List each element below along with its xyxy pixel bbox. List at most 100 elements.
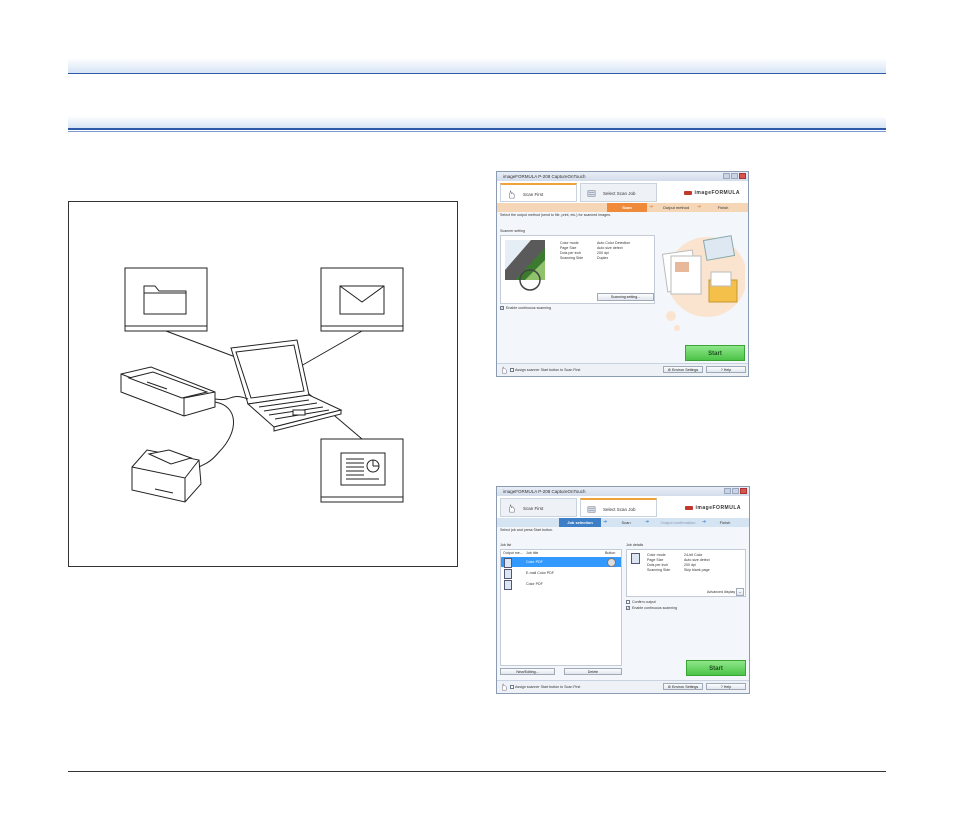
tab-scan-first[interactable]: Scan First bbox=[500, 183, 577, 202]
job-row[interactable]: E-mail Color PDF bbox=[501, 568, 621, 579]
email-pdf-icon bbox=[504, 569, 512, 579]
step-output-method: Output method bbox=[662, 205, 690, 210]
brand-mark-icon bbox=[683, 190, 692, 195]
scanner-button-icon bbox=[607, 558, 616, 567]
window-title: imageFORMULA P-208 CaptureOnTouch bbox=[497, 487, 749, 496]
detail-label: Dots per inch bbox=[647, 563, 669, 567]
output-illustration bbox=[661, 235, 745, 331]
setting-label: Scanning Side bbox=[560, 256, 584, 260]
step-scan: Scan bbox=[621, 520, 631, 525]
job-details-panel: Color mode 24-bit Color Page Size Auto s… bbox=[626, 549, 746, 597]
hand-icon bbox=[502, 366, 507, 374]
tab-row: Scan First Select Scan Job imageFORMULA bbox=[497, 181, 748, 204]
column-header[interactable]: Output me... bbox=[503, 551, 523, 555]
setting-value: Auto Color Detection bbox=[597, 241, 631, 245]
close-button[interactable] bbox=[739, 173, 746, 179]
brand-logo: imageFORMULA bbox=[684, 505, 741, 511]
maximize-button[interactable] bbox=[731, 173, 738, 179]
detail-value: 200 dpi bbox=[684, 563, 696, 567]
detail-label: Scanning Side bbox=[647, 568, 671, 572]
continuous-scanning-label: Enable continuous scanning bbox=[632, 606, 677, 610]
header-gradient-band bbox=[68, 58, 886, 73]
tab-label: Select Scan Job bbox=[603, 507, 636, 512]
column-header[interactable]: Job title bbox=[526, 551, 538, 555]
capture-window-select-job: imageFORMULA P-208 CaptureOnTouch Scan F… bbox=[496, 486, 750, 694]
step-job-selection: Job selection bbox=[559, 518, 601, 527]
chevron-down-icon: ⌄ bbox=[738, 590, 742, 594]
job-icon bbox=[587, 506, 596, 513]
maximize-button[interactable] bbox=[732, 488, 739, 494]
step-finish: Finish bbox=[719, 520, 731, 525]
scanner-setting-panel: Color mode Auto Color Detection Page Siz… bbox=[500, 235, 655, 304]
close-button[interactable] bbox=[740, 488, 747, 494]
instruction-text: Select job and press Start button. bbox=[500, 528, 554, 532]
setting-label: Color mode bbox=[560, 241, 579, 245]
job-title: Color PDF bbox=[526, 560, 543, 564]
step-output-confirmation: Output confirmation bbox=[660, 520, 696, 525]
help-label: Help bbox=[723, 368, 732, 372]
confirm-output-checkbox[interactable] bbox=[626, 600, 630, 604]
brand-mark-icon bbox=[684, 505, 693, 510]
environ-settings-button[interactable]: ⚙ Environ Settings bbox=[663, 366, 703, 373]
continuous-scanning-checkbox[interactable]: ✓ bbox=[500, 306, 504, 310]
delete-button[interactable]: Delete bbox=[564, 668, 622, 675]
tab-label: Scan First bbox=[523, 192, 544, 197]
environ-settings-label: Environ Settings bbox=[672, 368, 699, 372]
diagram-illustration bbox=[120, 267, 404, 503]
continuous-scanning-checkbox[interactable]: ✓ bbox=[626, 606, 630, 610]
pdf-icon bbox=[631, 553, 640, 564]
footer-rule bbox=[68, 771, 886, 772]
instruction-text: Select the output method (send to file, … bbox=[500, 213, 611, 217]
start-button[interactable]: Start bbox=[685, 345, 745, 361]
assign-start-button-label: Assign scanner Start button to Scan Firs… bbox=[515, 685, 581, 689]
brand-logo: imageFORMULA bbox=[683, 190, 740, 196]
advanced-display-button[interactable]: ⌄ bbox=[736, 588, 744, 596]
tab-scan-first[interactable]: Scan First bbox=[500, 498, 577, 517]
environ-settings-label: Environ Settings bbox=[672, 685, 699, 689]
pdf-icon bbox=[504, 558, 512, 568]
assign-start-button-checkbox[interactable] bbox=[510, 685, 514, 689]
tab-select-scan-job[interactable]: Select Scan Job bbox=[580, 183, 657, 202]
tab-row: Scan First Select Scan Job imageFORMULA bbox=[497, 496, 749, 519]
window-title: imageFORMULA P-208 CaptureOnTouch bbox=[497, 172, 748, 181]
minimize-button[interactable] bbox=[723, 173, 730, 179]
status-bar: Assign scanner Start button to Scan Firs… bbox=[497, 680, 749, 693]
assign-start-button-checkbox[interactable] bbox=[510, 368, 514, 372]
setting-label: Page Size bbox=[560, 246, 577, 250]
hand-icon bbox=[509, 504, 515, 513]
minimize-button[interactable] bbox=[724, 488, 731, 494]
job-row[interactable]: Color PDF bbox=[501, 579, 621, 590]
brand-text: imageFORMULA bbox=[694, 190, 740, 196]
step-bar: Job selection ➔ Scan ➔ Output confirmati… bbox=[497, 518, 749, 527]
detail-value: Skip blank page bbox=[684, 568, 710, 572]
step-bar: Scan ➔ Output method ➔ Finish bbox=[497, 203, 748, 212]
detail-value: 24-bit Color bbox=[684, 553, 703, 557]
help-label: Help bbox=[723, 685, 732, 689]
new-editing-button[interactable]: New/Editing... bbox=[500, 668, 555, 675]
advanced-display-label: Advanced display bbox=[707, 590, 736, 594]
help-button[interactable]: ? Help bbox=[706, 683, 746, 690]
job-list-label: Job list bbox=[500, 543, 512, 547]
scanning-setting-button[interactable]: Scanning setting... bbox=[597, 293, 654, 301]
pdf-icon bbox=[504, 580, 512, 590]
section-gradient-band bbox=[68, 116, 886, 128]
brand-text: imageFORMULA bbox=[695, 505, 741, 511]
detail-value: Auto size detect bbox=[684, 558, 710, 562]
capture-window-scan-first: imageFORMULA P-208 CaptureOnTouch Scan F… bbox=[496, 171, 749, 377]
setting-label: Dots per inch bbox=[560, 251, 582, 255]
step-arrow-icon: ➔ bbox=[702, 519, 707, 525]
detail-label: Color mode bbox=[647, 553, 666, 557]
step-arrow-icon: ➔ bbox=[697, 204, 702, 210]
hand-icon bbox=[509, 190, 515, 199]
tab-select-scan-job[interactable]: Select Scan Job bbox=[580, 498, 657, 517]
hand-icon bbox=[502, 683, 507, 691]
environ-settings-button[interactable]: ⚙ Environ Settings bbox=[663, 683, 703, 690]
step-arrow-icon: ➔ bbox=[645, 519, 650, 525]
step-finish: Finish bbox=[717, 205, 729, 210]
detail-label: Page Size bbox=[647, 558, 664, 562]
job-row-selected[interactable]: Color PDF bbox=[501, 557, 621, 568]
start-button[interactable]: Start bbox=[686, 660, 746, 676]
job-title: Color PDF bbox=[526, 582, 543, 586]
column-header[interactable]: Button bbox=[605, 551, 615, 555]
help-button[interactable]: ? Help bbox=[706, 366, 746, 373]
